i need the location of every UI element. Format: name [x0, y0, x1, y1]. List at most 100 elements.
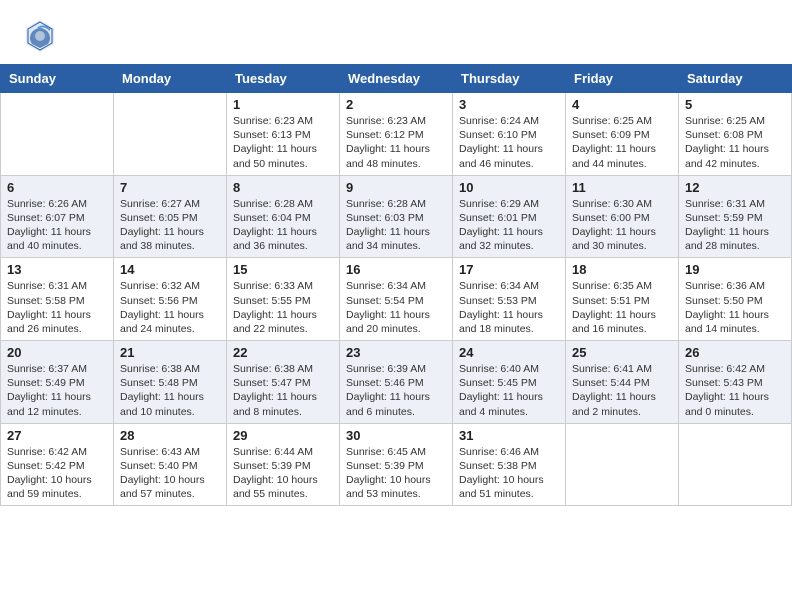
- calendar-cell: 17Sunrise: 6:34 AM Sunset: 5:53 PM Dayli…: [453, 258, 566, 341]
- day-of-week-header: Thursday: [453, 65, 566, 93]
- day-of-week-header: Wednesday: [340, 65, 453, 93]
- day-info: Sunrise: 6:34 AM Sunset: 5:54 PM Dayligh…: [346, 279, 446, 336]
- day-number: 5: [685, 97, 785, 112]
- day-number: 31: [459, 428, 559, 443]
- day-number: 24: [459, 345, 559, 360]
- calendar-cell: [114, 93, 227, 176]
- calendar-cell: 21 Sunrise: 6:38 AM Sunset: 5:48 PM Dayli…: [114, 341, 227, 424]
- calendar-table: SundayMondayTuesdayWednesdayThursdayFrid…: [0, 64, 792, 506]
- day-info: Sunrise: 6:38 AM Sunset: 5:48 PM Dayligh…: [120, 362, 220, 419]
- calendar-cell: 20 Sunrise: 6:37 AM Sunset: 5:49 PM Dayli…: [1, 341, 114, 424]
- day-of-week-header: Friday: [566, 65, 679, 93]
- day-number: 11: [572, 180, 672, 195]
- day-info: Sunrise: 6:28 AM Sunset: 6:04 PM Dayligh…: [233, 197, 333, 254]
- calendar-cell: 1 Sunrise: 6:23 AM Sunset: 6:13 PM Daylig…: [227, 93, 340, 176]
- day-info: Sunrise: 6:23 AM Sunset: 6:12 PM Dayligh…: [346, 114, 446, 171]
- day-of-week-header: Tuesday: [227, 65, 340, 93]
- day-number: 7: [120, 180, 220, 195]
- day-number: 27: [7, 428, 107, 443]
- day-number: 14: [120, 262, 220, 277]
- day-number: 21: [120, 345, 220, 360]
- calendar-cell: 19Sunrise: 6:36 AM Sunset: 5:50 PM Dayli…: [679, 258, 792, 341]
- day-number: 16: [346, 262, 446, 277]
- day-number: 1: [233, 97, 333, 112]
- calendar-cell: 5Sunrise: 6:25 AM Sunset: 6:08 PM Daylig…: [679, 93, 792, 176]
- day-number: 26: [685, 345, 785, 360]
- day-number: 10: [459, 180, 559, 195]
- day-number: 25: [572, 345, 672, 360]
- calendar-cell: 24 Sunrise: 6:40 AM Sunset: 5:45 PM Dayli…: [453, 341, 566, 424]
- calendar-cell: 4 Sunrise: 6:25 AM Sunset: 6:09 PM Daylig…: [566, 93, 679, 176]
- header: [0, 0, 792, 64]
- calendar-week-row: 27 Sunrise: 6:42 AM Sunset: 5:42 PM Dayli…: [1, 423, 792, 506]
- calendar-week-row: 1 Sunrise: 6:23 AM Sunset: 6:13 PM Daylig…: [1, 93, 792, 176]
- day-info: Sunrise: 6:27 AM Sunset: 6:05 PM Dayligh…: [120, 197, 220, 254]
- calendar-cell: 22 Sunrise: 6:38 AM Sunset: 5:47 PM Dayli…: [227, 341, 340, 424]
- day-number: 2: [346, 97, 446, 112]
- day-info: Sunrise: 6:37 AM Sunset: 5:49 PM Dayligh…: [7, 362, 107, 419]
- calendar-cell: 30 Sunrise: 6:45 AM Sunset: 5:39 PM Dayli…: [340, 423, 453, 506]
- calendar-cell: 8 Sunrise: 6:28 AM Sunset: 6:04 PM Daylig…: [227, 175, 340, 258]
- day-number: 9: [346, 180, 446, 195]
- day-number: 23: [346, 345, 446, 360]
- day-number: 15: [233, 262, 333, 277]
- day-number: 8: [233, 180, 333, 195]
- calendar-cell: 13Sunrise: 6:31 AM Sunset: 5:58 PM Dayli…: [1, 258, 114, 341]
- calendar-cell: 10 Sunrise: 6:29 AM Sunset: 6:01 PM Dayli…: [453, 175, 566, 258]
- calendar-cell: [679, 423, 792, 506]
- day-info: Sunrise: 6:45 AM Sunset: 5:39 PM Dayligh…: [346, 445, 446, 502]
- calendar-cell: 12Sunrise: 6:31 AM Sunset: 5:59 PM Dayli…: [679, 175, 792, 258]
- day-info: Sunrise: 6:29 AM Sunset: 6:01 PM Dayligh…: [459, 197, 559, 254]
- day-info: Sunrise: 6:38 AM Sunset: 5:47 PM Dayligh…: [233, 362, 333, 419]
- calendar-cell: 26 Sunrise: 6:42 AM Sunset: 5:43 PM Dayli…: [679, 341, 792, 424]
- day-number: 30: [346, 428, 446, 443]
- day-info: Sunrise: 6:41 AM Sunset: 5:44 PM Dayligh…: [572, 362, 672, 419]
- day-number: 4: [572, 97, 672, 112]
- calendar-cell: 18 Sunrise: 6:35 AM Sunset: 5:51 PM Dayli…: [566, 258, 679, 341]
- day-info: Sunrise: 6:42 AM Sunset: 5:42 PM Dayligh…: [7, 445, 107, 502]
- day-info: Sunrise: 6:24 AM Sunset: 6:10 PM Dayligh…: [459, 114, 559, 171]
- day-info: Sunrise: 6:26 AM Sunset: 6:07 PM Dayligh…: [7, 197, 107, 254]
- day-info: Sunrise: 6:33 AM Sunset: 5:55 PM Dayligh…: [233, 279, 333, 336]
- calendar-week-row: 13Sunrise: 6:31 AM Sunset: 5:58 PM Dayli…: [1, 258, 792, 341]
- calendar-cell: 23Sunrise: 6:39 AM Sunset: 5:46 PM Dayli…: [340, 341, 453, 424]
- day-info: Sunrise: 6:42 AM Sunset: 5:43 PM Dayligh…: [685, 362, 785, 419]
- calendar-cell: [566, 423, 679, 506]
- day-info: Sunrise: 6:25 AM Sunset: 6:09 PM Dayligh…: [572, 114, 672, 171]
- day-number: 22: [233, 345, 333, 360]
- calendar-cell: 14 Sunrise: 6:32 AM Sunset: 5:56 PM Dayli…: [114, 258, 227, 341]
- calendar-cell: 28 Sunrise: 6:43 AM Sunset: 5:40 PM Dayli…: [114, 423, 227, 506]
- day-of-week-header: Monday: [114, 65, 227, 93]
- calendar-week-row: 20 Sunrise: 6:37 AM Sunset: 5:49 PM Dayli…: [1, 341, 792, 424]
- day-info: Sunrise: 6:28 AM Sunset: 6:03 PM Dayligh…: [346, 197, 446, 254]
- calendar-cell: [1, 93, 114, 176]
- calendar-header-row: SundayMondayTuesdayWednesdayThursdayFrid…: [1, 65, 792, 93]
- calendar-cell: 25 Sunrise: 6:41 AM Sunset: 5:44 PM Dayli…: [566, 341, 679, 424]
- day-number: 13: [7, 262, 107, 277]
- page: SundayMondayTuesdayWednesdayThursdayFrid…: [0, 0, 792, 612]
- day-info: Sunrise: 6:44 AM Sunset: 5:39 PM Dayligh…: [233, 445, 333, 502]
- day-info: Sunrise: 6:40 AM Sunset: 5:45 PM Dayligh…: [459, 362, 559, 419]
- day-number: 6: [7, 180, 107, 195]
- logo-icon: [24, 18, 56, 54]
- day-number: 28: [120, 428, 220, 443]
- day-number: 19: [685, 262, 785, 277]
- day-number: 20: [7, 345, 107, 360]
- day-info: Sunrise: 6:34 AM Sunset: 5:53 PM Dayligh…: [459, 279, 559, 336]
- day-of-week-header: Saturday: [679, 65, 792, 93]
- calendar-cell: 3Sunrise: 6:24 AM Sunset: 6:10 PM Daylig…: [453, 93, 566, 176]
- day-number: 12: [685, 180, 785, 195]
- day-info: Sunrise: 6:32 AM Sunset: 5:56 PM Dayligh…: [120, 279, 220, 336]
- day-number: 29: [233, 428, 333, 443]
- calendar-cell: 9 Sunrise: 6:28 AM Sunset: 6:03 PM Daylig…: [340, 175, 453, 258]
- day-info: Sunrise: 6:23 AM Sunset: 6:13 PM Dayligh…: [233, 114, 333, 171]
- logo: [24, 18, 58, 54]
- calendar-cell: 6 Sunrise: 6:26 AM Sunset: 6:07 PM Daylig…: [1, 175, 114, 258]
- calendar-cell: 16 Sunrise: 6:34 AM Sunset: 5:54 PM Dayli…: [340, 258, 453, 341]
- day-info: Sunrise: 6:35 AM Sunset: 5:51 PM Dayligh…: [572, 279, 672, 336]
- day-of-week-header: Sunday: [1, 65, 114, 93]
- day-info: Sunrise: 6:43 AM Sunset: 5:40 PM Dayligh…: [120, 445, 220, 502]
- calendar-cell: 31Sunrise: 6:46 AM Sunset: 5:38 PM Dayli…: [453, 423, 566, 506]
- calendar-cell: 27 Sunrise: 6:42 AM Sunset: 5:42 PM Dayli…: [1, 423, 114, 506]
- day-number: 18: [572, 262, 672, 277]
